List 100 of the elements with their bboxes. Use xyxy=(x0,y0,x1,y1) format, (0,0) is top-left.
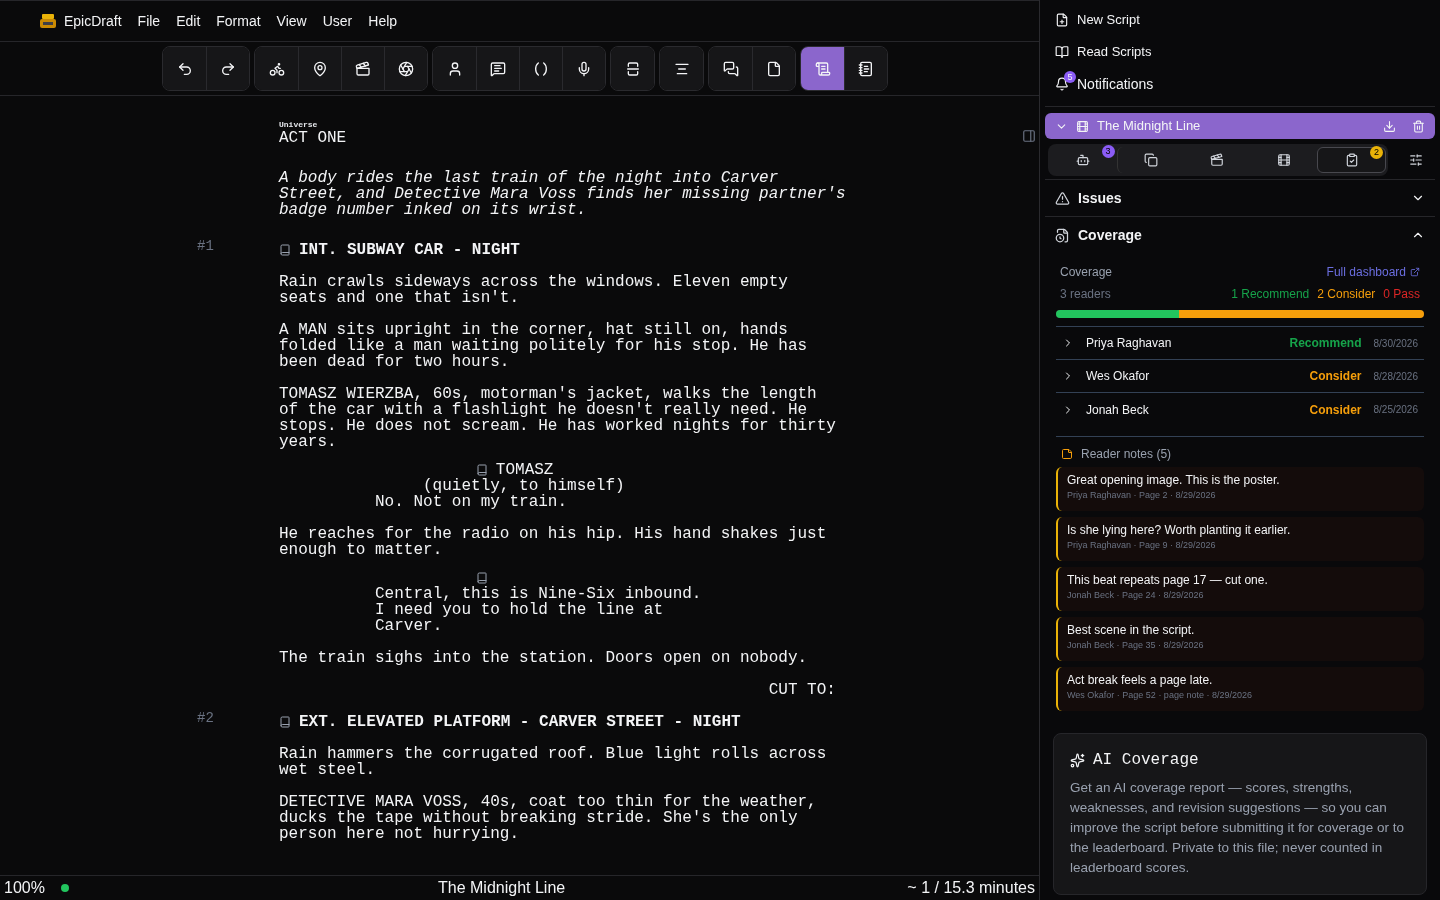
universe-label: Universe xyxy=(279,120,318,130)
verdict: Consider xyxy=(1309,401,1362,419)
file-plus-icon xyxy=(1055,13,1069,27)
bell-icon xyxy=(1055,77,1069,91)
menu-item[interactable]: Help xyxy=(368,10,398,32)
page-button[interactable] xyxy=(752,47,795,90)
nav-item[interactable]: Read Scripts xyxy=(1045,36,1435,68)
pin-icon xyxy=(312,60,328,77)
menu-item[interactable]: Edit xyxy=(176,10,201,32)
scene-number: #2 xyxy=(197,710,214,726)
notebook-button[interactable] xyxy=(844,47,887,90)
undo-button[interactable] xyxy=(163,47,206,90)
duration: ~ 1 / 15.3 minutes xyxy=(907,878,1035,898)
download-icon[interactable] xyxy=(1383,119,1396,133)
sparkles-icon xyxy=(1070,752,1085,768)
menu-item[interactable]: View xyxy=(276,10,307,32)
notification-badge: 5 xyxy=(1064,71,1076,83)
project-title: The Midnight Line xyxy=(1097,117,1201,136)
section-header[interactable]: Issues xyxy=(1045,179,1435,216)
menu-item[interactable]: Format xyxy=(216,10,261,32)
menu-item[interactable]: User xyxy=(322,10,353,32)
parentheses-icon xyxy=(533,60,549,77)
coverage-label: Coverage xyxy=(1060,264,1113,281)
pin-button[interactable] xyxy=(298,47,341,90)
person-button[interactable] xyxy=(433,47,476,90)
note-icon xyxy=(1061,448,1073,460)
verdict: Recommend xyxy=(1289,335,1362,352)
dialogue-text: Central, this is Nine-Six inbound. I need you to hold the line at Carver. xyxy=(375,586,703,634)
project-bar[interactable]: The Midnight Line xyxy=(1045,113,1435,139)
action-text: A MAN sits upright in the corner, hat still on, hands folded like a man waiting politely for his stop. He has been dead for two hours. xyxy=(279,322,809,370)
review-date: 8/30/2026 xyxy=(1373,336,1418,351)
note-text: Best scene in the script. xyxy=(1067,622,1196,638)
warning-icon xyxy=(1055,190,1070,206)
book-icon xyxy=(279,716,291,728)
panel-toggle-icon[interactable] xyxy=(1022,129,1036,143)
character-name: TOMASZ xyxy=(495,462,554,478)
script-title: The Midnight Line xyxy=(438,878,566,898)
note-meta: Jonah Beck · Page 35 · 8/29/2026 xyxy=(1067,639,1205,652)
redo-icon xyxy=(220,60,236,77)
note-meta: Priya Raghavan · Page 9 · 8/29/2026 xyxy=(1067,539,1217,552)
film-icon xyxy=(1277,153,1292,167)
action-text: TOMASZ WIERZBA, 60s, motorman's jacket, walks the length of the car with a flashlight he doesn't really need. He stops. He does not scream. He has worked nights for thirty years. xyxy=(279,386,837,450)
robot-icon xyxy=(1076,153,1091,167)
verdict-count: 0 Pass xyxy=(1383,286,1420,303)
aperture-icon xyxy=(398,60,414,77)
menu-item[interactable]: File xyxy=(137,10,161,32)
note-text: Act break feels a page late. xyxy=(1067,672,1214,688)
section-header[interactable]: Coverage xyxy=(1045,216,1435,253)
note-meta: Wes Okafor · Page 52 · page note · 8/29/2026 xyxy=(1067,689,1253,702)
nav-item[interactable]: 5 Notifications xyxy=(1045,68,1435,100)
film-icon xyxy=(1076,119,1089,133)
book-icon xyxy=(475,464,488,476)
bike-button[interactable] xyxy=(255,47,298,90)
review-date: 8/28/2026 xyxy=(1373,369,1418,384)
clapper-button[interactable] xyxy=(341,47,384,90)
split-button[interactable] xyxy=(611,47,654,90)
microphone-icon xyxy=(576,60,592,77)
page-icon xyxy=(766,60,782,77)
sliders-icon[interactable] xyxy=(1409,153,1423,167)
trash-icon[interactable] xyxy=(1412,119,1425,133)
note-text: Great opening image. This is the poster. xyxy=(1067,472,1281,488)
verdict: Consider xyxy=(1309,368,1362,385)
microphone-button[interactable] xyxy=(562,47,605,90)
redo-button[interactable] xyxy=(206,47,249,90)
clipboard-tab[interactable]: 2 xyxy=(1317,147,1386,173)
note-text: This beat repeats page 17 — cut one. xyxy=(1067,572,1269,588)
full-dashboard-link[interactable]: Full dashboard xyxy=(1326,263,1420,281)
chat-button[interactable] xyxy=(709,47,752,90)
book-icon xyxy=(279,244,291,256)
file-clock-icon xyxy=(1055,227,1070,243)
align-button[interactable] xyxy=(660,47,703,90)
external-link-icon xyxy=(1410,267,1420,277)
scene-number: #1 xyxy=(197,238,214,254)
zoom-level: 100% xyxy=(4,878,45,898)
clipboard-icon xyxy=(1344,153,1359,167)
scene-heading: INT. SUBWAY CAR - NIGHT xyxy=(299,242,520,258)
reader-row[interactable]: Wes Okafor Consider 8/28/2026 xyxy=(1056,360,1424,393)
scene-heading: EXT. ELEVATED PLATFORM - CARVER STREET - NIGHT xyxy=(299,714,741,730)
book-icon xyxy=(475,572,488,584)
aperture-button[interactable] xyxy=(384,47,427,90)
review-date: 8/25/2026 xyxy=(1373,403,1418,417)
reader-row[interactable]: Priya Raghavan Recommend 8/30/2026 xyxy=(1056,327,1424,360)
reader-row[interactable]: Jonah Beck Consider 8/25/2026 xyxy=(1056,393,1424,426)
clapper-icon xyxy=(1210,153,1225,167)
chat-icon xyxy=(722,60,739,77)
action-text: Rain crawls sideways across the windows. Eleven empty seats and one that isn't. xyxy=(279,274,789,306)
note-meta: Jonah Beck · Page 24 · 8/29/2026 xyxy=(1067,589,1205,602)
nav-item[interactable]: New Script xyxy=(1045,4,1435,36)
note-text: Is she lying here? Worth planting it earlier. xyxy=(1067,522,1292,538)
dialogue-text: No. Not on my train. xyxy=(375,494,569,510)
robot-tab[interactable]: 3 xyxy=(1050,147,1117,173)
parentheses-button[interactable] xyxy=(519,47,562,90)
book-icon xyxy=(1055,45,1069,59)
message-button[interactable] xyxy=(476,47,519,90)
copies-icon xyxy=(1143,153,1158,167)
notebook-icon xyxy=(858,60,874,77)
ai-coverage-description: Get an AI coverage report — scores, strengths, weaknesses, and revision suggestions — so you can improve the script before submitting it for coverage or to the leaderboard. Private to this file; never counted in leaderboard scores. xyxy=(1070,779,1405,877)
undo-icon xyxy=(176,60,193,77)
notes-title: Reader notes (5) xyxy=(1081,446,1172,463)
parenthetical: (quietly, to himself) xyxy=(423,478,625,494)
